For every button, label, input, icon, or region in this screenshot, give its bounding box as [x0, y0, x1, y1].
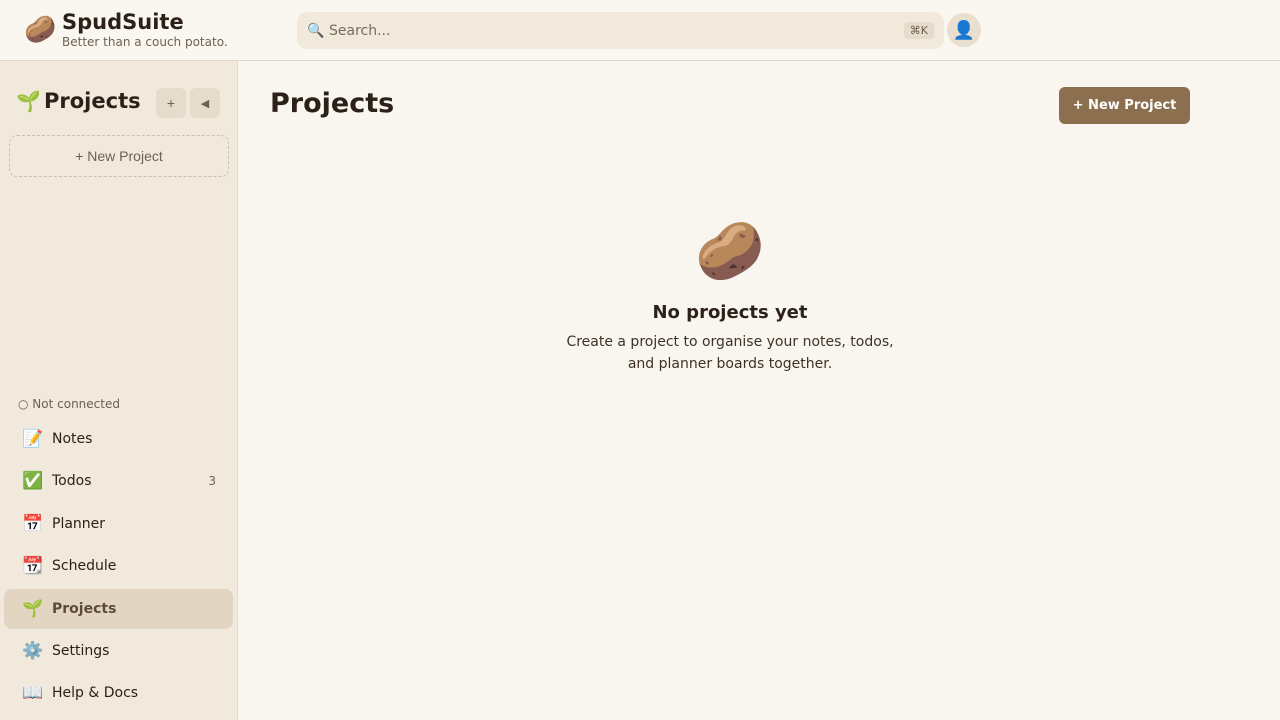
- empty-state: 🥔 No projects yet Create a project to or…: [530, 220, 930, 375]
- user-avatar-button[interactable]: 👤: [947, 13, 981, 47]
- search-bar[interactable]: 🔍 ⌘K: [297, 12, 944, 49]
- empty-state-description: Create a project to organise your notes,…: [566, 334, 894, 372]
- todos-count-badge: 3: [208, 474, 216, 489]
- sidebar-item-schedule[interactable]: 📆 Schedule: [4, 546, 233, 586]
- sidebar-item-todos[interactable]: ✅ Todos 3: [4, 461, 233, 501]
- sidebar-item-label: Planner: [52, 515, 106, 532]
- memo-icon: 📝: [22, 429, 44, 449]
- sidebar-item-label: Settings: [52, 642, 110, 659]
- potato-icon: 🥔: [695, 219, 765, 284]
- potato-logo-icon: 🥔: [24, 15, 57, 45]
- new-project-button[interactable]: + New Project: [1059, 87, 1190, 124]
- sidebar-nav: 📝 Notes ✅ Todos 3 📅 Planner 📆 Schedule 🌱…: [4, 419, 233, 716]
- search-shortcut-badge: ⌘K: [903, 22, 934, 39]
- user-icon: 👤: [952, 19, 976, 41]
- sidebar-item-label: Notes: [52, 431, 93, 447]
- empty-state-title: No projects yet: [652, 302, 808, 323]
- search-input[interactable]: [329, 22, 904, 39]
- brand[interactable]: 🥔 SpudSuite Better than a couch potato.: [24, 10, 228, 50]
- sidebar-collapse-button[interactable]: ◀: [190, 88, 220, 118]
- app-tagline: Better than a couch potato.: [62, 35, 228, 49]
- sidebar-item-label: Todos: [52, 473, 92, 490]
- top-bar: 🥔 SpudSuite Better than a couch potato. …: [0, 0, 1280, 61]
- gear-icon: ⚙️: [22, 640, 44, 661]
- page-title: Projects: [270, 88, 395, 119]
- book-icon: 📖: [22, 683, 44, 704]
- calendar-icon: 📅: [22, 513, 44, 534]
- check-box-icon: ✅: [22, 471, 44, 492]
- app-name: SpudSuite: [62, 10, 184, 34]
- sidebar-header: 🌱 Projects: [16, 89, 141, 113]
- sidebar-add-button[interactable]: +: [156, 88, 186, 118]
- sidebar-new-project-button[interactable]: + New Project: [9, 135, 229, 177]
- seedling-icon: 🌱: [16, 89, 41, 113]
- sidebar-title: Projects: [44, 89, 141, 113]
- sidebar-item-planner[interactable]: 📅 Planner: [4, 504, 233, 544]
- connection-status: ○ Not connected: [18, 397, 120, 411]
- sidebar-item-notes[interactable]: 📝 Notes: [4, 419, 233, 459]
- sidebar-item-help[interactable]: 📖 Help & Docs: [4, 673, 233, 713]
- sidebar-item-label: Help & Docs: [52, 685, 139, 702]
- sidebar-item-projects[interactable]: 🌱 Projects: [4, 588, 233, 629]
- sidebar: 🌱 Projects + ◀ + New Project ○ Not conne…: [0, 61, 238, 720]
- search-icon: 🔍: [307, 22, 325, 39]
- sidebar-item-settings[interactable]: ⚙️ Settings: [4, 631, 233, 671]
- sidebar-item-label: Projects: [52, 600, 117, 617]
- sidebar-item-label: Schedule: [52, 558, 117, 575]
- seedling-icon: 🌱: [22, 598, 44, 619]
- tear-off-calendar-icon: 📆: [22, 556, 44, 577]
